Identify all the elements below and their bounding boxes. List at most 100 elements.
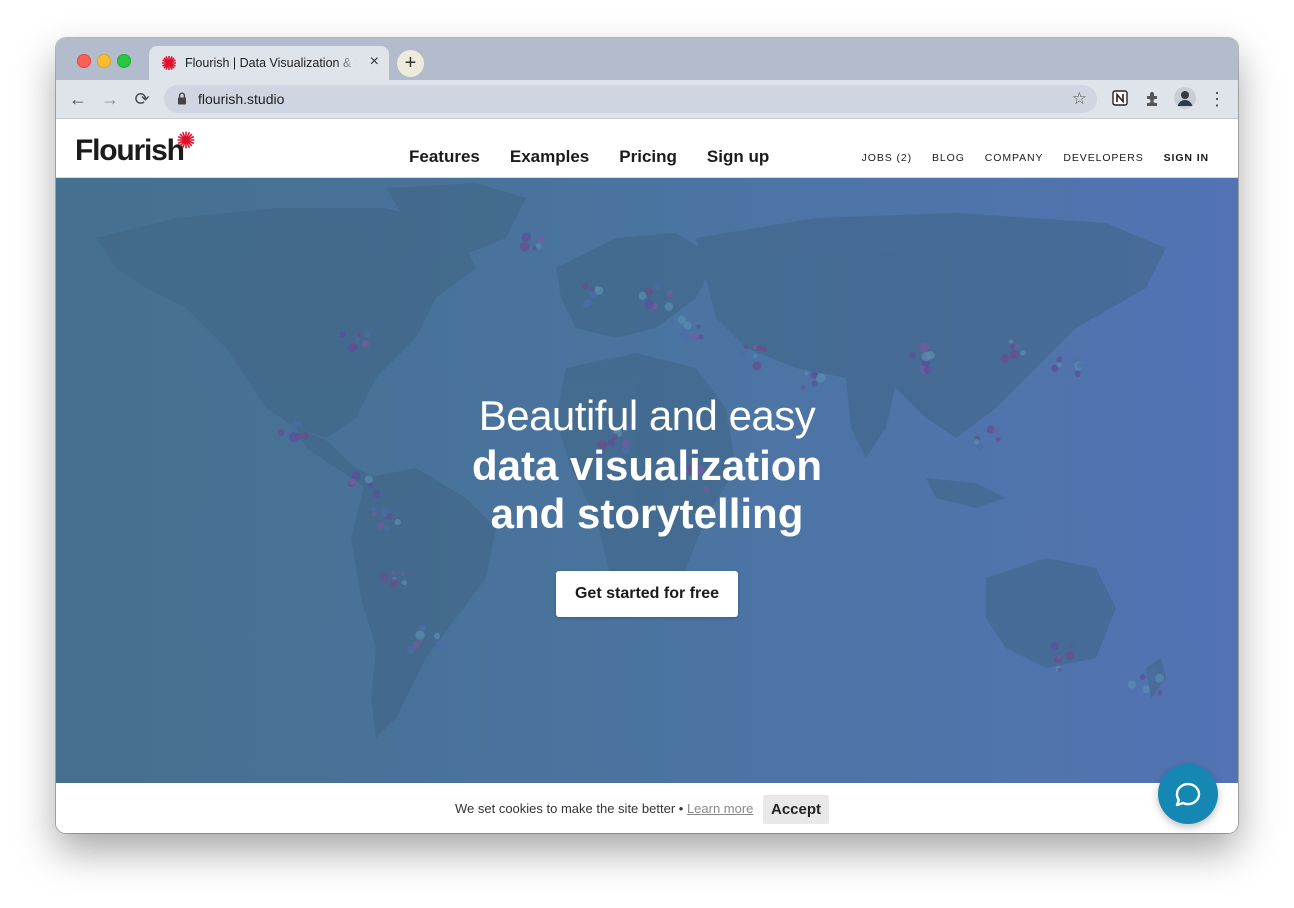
map-dot xyxy=(537,236,545,244)
map-dot xyxy=(762,346,768,352)
accept-cookies-button[interactable]: Accept xyxy=(763,795,829,824)
map-dot xyxy=(362,340,370,348)
browser-tab[interactable]: Flourish | Data Visualization & Storytel… xyxy=(149,46,389,80)
map-dot xyxy=(389,578,399,588)
map-dot xyxy=(1056,356,1063,363)
map-dot xyxy=(680,330,690,340)
browser-menu-icon[interactable]: ⋮ xyxy=(1206,88,1228,110)
flourish-logo[interactable]: Flourish xyxy=(75,134,185,168)
extensions-puzzle-icon[interactable] xyxy=(1144,90,1162,108)
nav-examples[interactable]: Examples xyxy=(510,147,589,167)
map-dot xyxy=(594,286,604,295)
map-dot xyxy=(696,324,701,329)
map-dot xyxy=(1154,673,1165,683)
map-dot xyxy=(743,344,749,350)
map-dot xyxy=(801,384,806,390)
map-dot xyxy=(666,290,673,298)
map-dot xyxy=(390,570,395,575)
nav-developers[interactable]: DEVELOPERS xyxy=(1063,152,1143,164)
map-dot xyxy=(816,373,826,383)
map-dot xyxy=(581,283,589,290)
nav-sign-in[interactable]: SIGN IN xyxy=(1164,152,1209,164)
map-dot xyxy=(418,624,426,632)
hero-headline-line1: Beautiful and easy xyxy=(478,392,816,439)
notion-extension-icon[interactable] xyxy=(1112,90,1128,106)
map-dot xyxy=(407,645,415,654)
tab-strip: Flourish | Data Visualization & Storytel… xyxy=(56,38,1238,80)
map-dot xyxy=(752,361,762,371)
learn-more-link[interactable]: Learn more xyxy=(687,801,753,816)
map-dot xyxy=(1009,349,1020,359)
reload-icon[interactable]: ⟳ xyxy=(131,88,153,110)
map-dot xyxy=(1056,362,1062,368)
maximize-window-button[interactable] xyxy=(117,54,131,68)
cookie-banner: We set cookies to make the site better •… xyxy=(56,783,1238,833)
map-dot xyxy=(753,353,758,358)
map-dot xyxy=(1020,350,1026,356)
map-dot xyxy=(690,333,699,341)
map-dot xyxy=(1000,353,1010,364)
map-dot xyxy=(1157,689,1163,696)
map-dot xyxy=(644,299,654,309)
map-dot xyxy=(1057,667,1062,673)
map-dot xyxy=(1068,644,1073,649)
cookie-message: We set cookies to make the site better •… xyxy=(455,801,753,816)
map-dot xyxy=(351,343,358,351)
map-dot xyxy=(589,287,594,292)
map-dot xyxy=(535,243,542,249)
map-dot xyxy=(664,302,674,311)
nav-features[interactable]: Features xyxy=(409,147,480,167)
map-dot xyxy=(532,245,537,251)
nav-pricing[interactable]: Pricing xyxy=(619,147,677,167)
new-tab-button[interactable]: + xyxy=(397,50,424,77)
map-dot xyxy=(811,380,818,387)
map-dot xyxy=(357,332,362,338)
map-dot xyxy=(584,298,592,306)
close-window-button[interactable] xyxy=(77,54,91,68)
secondary-nav: JOBS (2) BLOG COMPANY DEVELOPERS SIGN IN xyxy=(862,152,1209,164)
hero-section: Beautiful and easy data visualization an… xyxy=(56,178,1238,783)
map-dot xyxy=(1146,673,1156,683)
map-dot xyxy=(740,351,746,358)
map-dot xyxy=(339,331,346,338)
close-tab-icon[interactable]: × xyxy=(370,54,379,70)
nav-company[interactable]: COMPANY xyxy=(985,152,1044,164)
map-dot xyxy=(909,351,916,359)
hero-headline-line3: and storytelling xyxy=(490,490,804,537)
back-arrow-icon[interactable]: ← xyxy=(67,88,89,110)
url-text: flourish.studio xyxy=(198,91,285,107)
nav-jobs[interactable]: JOBS (2) xyxy=(862,152,912,164)
main-nav: Features Examples Pricing Sign up xyxy=(409,147,769,167)
map-dot xyxy=(355,337,361,342)
profile-avatar[interactable] xyxy=(1174,87,1196,109)
map-dot xyxy=(433,632,441,640)
map-dot xyxy=(1149,668,1155,674)
flourish-favicon-icon xyxy=(162,56,176,70)
map-dot xyxy=(415,630,425,640)
lock-icon xyxy=(178,92,186,105)
address-bar[interactable]: flourish.studio ☆ xyxy=(164,85,1097,113)
chat-bubble-icon xyxy=(1175,782,1201,807)
web-page: Flourish Features Examples Pricing Sign … xyxy=(56,119,1238,833)
bookmark-star-icon[interactable]: ☆ xyxy=(1072,89,1087,109)
map-dot xyxy=(1014,344,1021,351)
map-dot xyxy=(698,334,704,340)
map-dot xyxy=(1076,362,1083,369)
map-dot xyxy=(1056,655,1061,660)
map-dot xyxy=(435,640,445,650)
nav-sign-up[interactable]: Sign up xyxy=(707,147,769,167)
map-dot xyxy=(401,580,408,586)
map-dot xyxy=(1142,685,1150,693)
map-dot xyxy=(644,287,654,296)
map-dot xyxy=(1074,370,1081,377)
map-dot xyxy=(1127,680,1136,689)
get-started-button[interactable]: Get started for free xyxy=(556,571,738,617)
nav-blog[interactable]: BLOG xyxy=(932,152,965,164)
browser-window: Flourish | Data Visualization & Storytel… xyxy=(56,38,1238,833)
chat-widget-button[interactable] xyxy=(1158,764,1218,824)
map-dot xyxy=(654,283,661,290)
minimize-window-button[interactable] xyxy=(97,54,111,68)
forward-arrow-icon[interactable]: → xyxy=(99,88,121,110)
map-dot xyxy=(756,344,763,352)
browser-toolbar: ← → ⟳ flourish.studio ☆ ⋮ xyxy=(56,80,1238,119)
